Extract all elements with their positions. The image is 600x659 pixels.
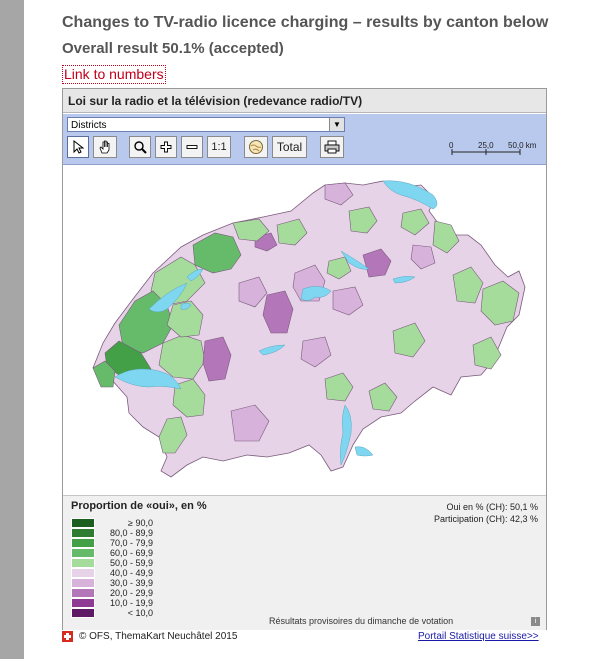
legend-swatch-1 (71, 528, 95, 538)
zoom-in-button[interactable] (155, 136, 177, 158)
magnifier-icon (134, 141, 147, 154)
legend-label-6: 30,0 - 39,9 (109, 578, 153, 588)
legend-title: Proportion de «oui», en % (71, 500, 207, 512)
legend-label-0: ≥ 90,0 (128, 518, 153, 528)
portal-link[interactable]: Portail Statistique suisse>> (418, 631, 539, 642)
legend-label-7: 20,0 - 29,9 (109, 588, 153, 598)
map-widget: Loi sur la radio et la télévision (redev… (62, 88, 547, 630)
chevron-down-icon[interactable]: ▼ (329, 118, 344, 131)
overall-result: Overall result 50.1% (accepted) (62, 40, 284, 57)
legend-footnote: Résultats provisoires du dimanche de vot… (269, 616, 454, 626)
legend-swatch-3 (71, 548, 95, 558)
lake-lugano (354, 446, 374, 457)
legend-label-1: 80,0 - 89,9 (109, 528, 153, 538)
legend-label-2: 70,0 - 79,9 (109, 538, 153, 548)
level-select-value: Districts (71, 120, 107, 131)
hand-icon (99, 140, 110, 154)
legend-swatch-0 (71, 518, 95, 528)
page-gutter (0, 0, 24, 659)
scale-label-start: 0 (449, 141, 454, 150)
link-to-numbers[interactable]: Link to numbers (62, 65, 166, 84)
scale-label-end: 50,0 km (508, 141, 537, 150)
printer-icon (324, 140, 340, 154)
arrow-cursor-icon (73, 140, 84, 154)
legend-label-5: 40,0 - 49,9 (109, 568, 153, 578)
legend-label-8: 10,0 - 19,9 (109, 598, 153, 608)
total-label: Total (276, 140, 303, 154)
legend-swatch-8 (71, 598, 95, 608)
total-button[interactable]: Total (272, 136, 307, 158)
copyright-text: © OFS, ThemaKart Neuchâtel 2015 (79, 631, 238, 642)
map-toolbar: Districts ▼ 1:1 Total 0 25,0 50,0 km (63, 114, 546, 165)
legend-swatch-6 (71, 578, 95, 588)
map-legend: Proportion de «oui», en % Oui en % (CH):… (63, 495, 546, 630)
legend-swatch-7 (71, 588, 95, 598)
legend-swatch-4 (71, 558, 95, 568)
copyright: © OFS, ThemaKart Neuchâtel 2015 (62, 631, 237, 642)
legend-swatch-5 (71, 568, 95, 578)
map-canvas (92, 180, 526, 478)
pan-tool[interactable] (93, 136, 117, 158)
scale-label-mid: 25,0 (478, 141, 494, 150)
legend-label-3: 60,0 - 69,9 (109, 548, 153, 558)
page-title: Changes to TV-radio licence charging – r… (62, 14, 549, 31)
level-select[interactable]: Districts ▼ (67, 117, 345, 132)
plus-icon (160, 141, 172, 153)
map-scale: 0 25,0 50,0 km (446, 139, 538, 161)
zoom-out-button[interactable] (181, 136, 203, 158)
stat-yes-ch: Oui en % (CH): 50,1 % (446, 502, 538, 512)
info-icon[interactable]: i (531, 617, 540, 626)
legend-swatch-9 (71, 608, 95, 618)
legend-label-9: < 10,0 (127, 608, 153, 618)
legend-label-4: 50,0 - 59,9 (109, 558, 153, 568)
print-button[interactable] (320, 136, 344, 158)
widget-title: Loi sur la radio et la télévision (redev… (63, 89, 546, 113)
switzerland-map[interactable] (63, 165, 546, 495)
reset-view-button[interactable] (244, 136, 268, 158)
minus-icon (186, 145, 198, 149)
one-to-one-label: 1:1 (211, 141, 227, 153)
zoom-tool[interactable] (129, 136, 151, 158)
legend-stats: Oui en % (CH): 50,1 % Participation (CH)… (434, 501, 538, 525)
stat-participation: Participation (CH): 42,3 % (433, 514, 538, 524)
swiss-flag-icon (62, 631, 73, 642)
globe-icon (249, 140, 263, 154)
one-to-one-button[interactable]: 1:1 (207, 136, 231, 158)
select-tool[interactable] (67, 136, 89, 158)
legend-swatch-2 (71, 538, 95, 548)
